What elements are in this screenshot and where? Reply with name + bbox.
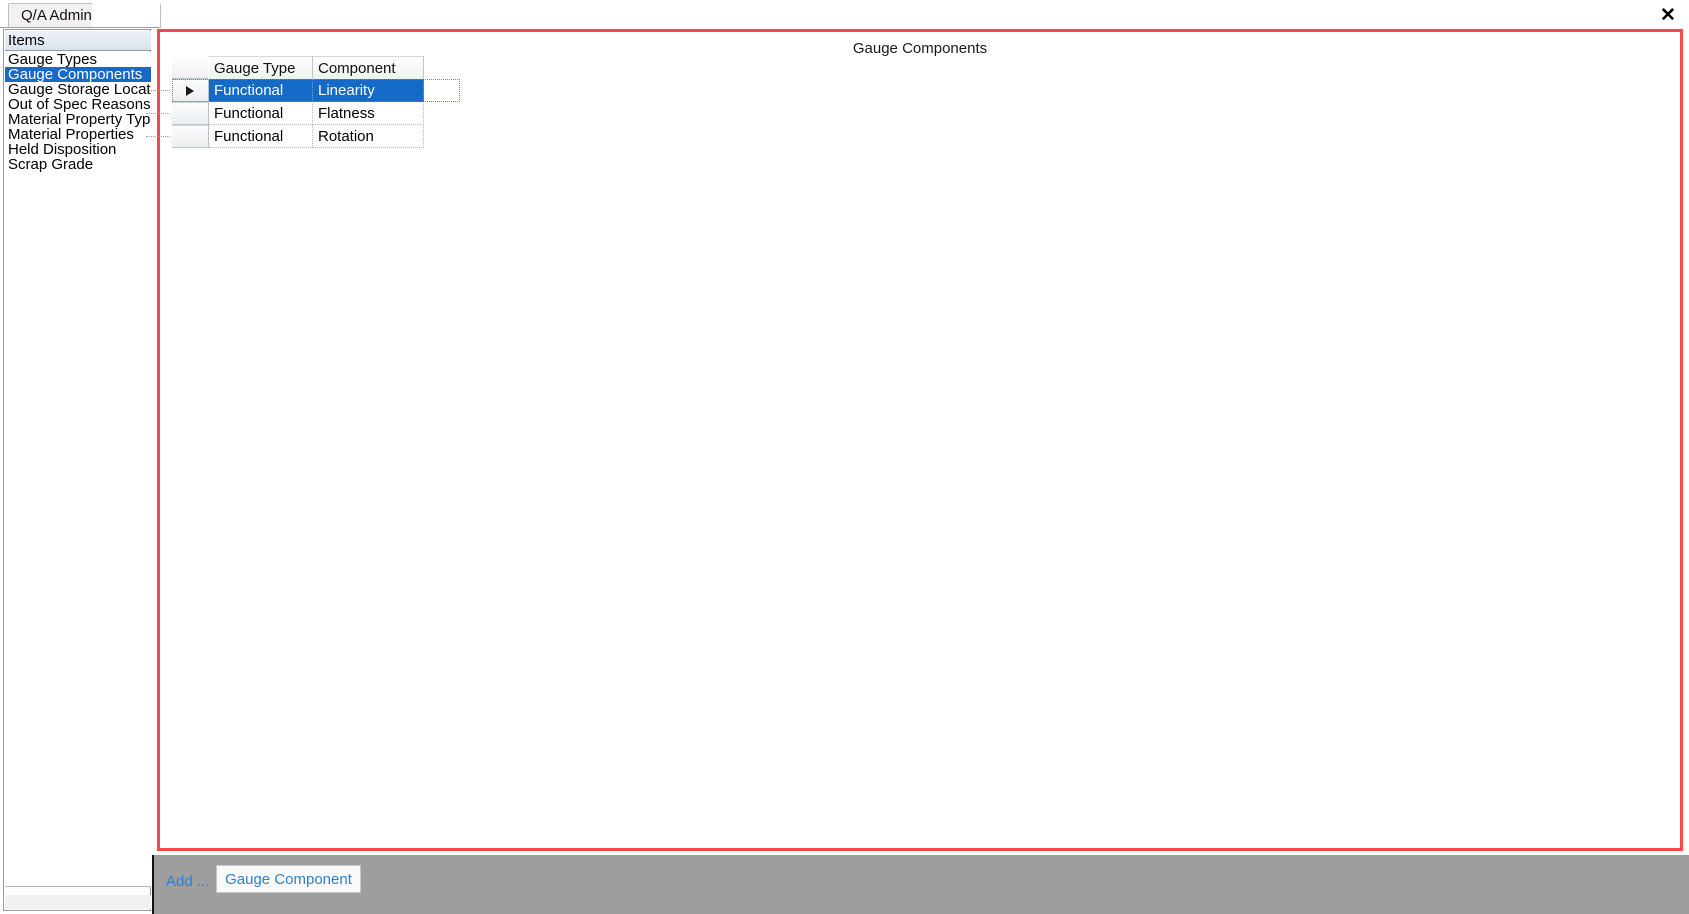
sidebar-item-gauge-types[interactable]: Gauge Types — [5, 52, 151, 67]
grid-column-header-gauge-type[interactable]: Gauge Type — [209, 56, 313, 80]
grid-cell-component[interactable]: Linearity — [313, 79, 424, 102]
table-row[interactable]: Functional Linearity — [146, 79, 460, 102]
tab-strip-filler — [92, 3, 161, 28]
grid-cell-component[interactable]: Flatness — [313, 102, 424, 125]
tab-strip: Q/A Admin — [0, 0, 1689, 28]
tab-label: Q/A Admin — [21, 7, 92, 24]
table-row[interactable]: Functional Rotation — [146, 125, 460, 148]
sidebar-item-gauge-components[interactable]: Gauge Components — [5, 67, 151, 82]
sidebar-bottom-strip — [5, 895, 151, 909]
tab-qa-admin[interactable]: Q/A Admin — [8, 3, 105, 27]
sidebar-header-label: Items — [8, 32, 45, 49]
bottom-toolbar: Add ... Gauge Component — [152, 855, 1689, 914]
grid-row-header[interactable] — [172, 79, 209, 102]
sidebar-item-list[interactable]: Gauge Types Gauge Components Gauge Stora… — [5, 52, 151, 887]
sidebar-item-gauge-storage-locations[interactable]: Gauge Storage Locations — [5, 82, 151, 97]
grid-header-row: Gauge Type Component — [172, 56, 460, 80]
grid-corner-cell — [172, 56, 209, 79]
tab-strip-underline — [0, 27, 160, 28]
main-panel: Gauge Components Gauge Type Component Fu… — [146, 29, 1683, 851]
close-glyph: ✕ — [1660, 4, 1676, 26]
add-gauge-component-button[interactable]: Gauge Component — [216, 865, 361, 893]
add-label[interactable]: Add ... — [166, 873, 209, 890]
grid-cell-component[interactable]: Rotation — [313, 125, 424, 148]
sidebar-item-material-property-types[interactable]: Material Property Types — [5, 112, 151, 127]
close-icon[interactable]: ✕ — [1657, 4, 1679, 26]
grid-cell-gauge-type[interactable]: Functional — [209, 125, 313, 148]
table-row[interactable]: Functional Flatness — [146, 102, 460, 125]
sidebar-item-material-properties[interactable]: Material Properties — [5, 127, 151, 142]
sidebar-item-scrap-grade[interactable]: Scrap Grade — [5, 157, 151, 172]
sidebar-header: Items — [5, 31, 151, 51]
sidebar-item-held-disposition[interactable]: Held Disposition — [5, 142, 151, 157]
grid-row-connector — [146, 90, 170, 91]
grid-cell-gauge-type[interactable]: Functional — [209, 79, 313, 102]
grid-row-header[interactable] — [172, 102, 209, 125]
data-grid[interactable]: Gauge Type Component Functional Linearit… — [146, 56, 460, 148]
page-title: Gauge Components — [852, 40, 988, 57]
grid-row-connector — [146, 113, 170, 114]
grid-row-header[interactable] — [172, 125, 209, 148]
grid-column-header-component[interactable]: Component — [313, 56, 424, 80]
add-gauge-component-button-label: Gauge Component — [225, 870, 352, 888]
sidebar: Items Gauge Types Gauge Components Gauge… — [3, 29, 151, 911]
current-row-arrow-icon — [186, 85, 194, 96]
grid-row-connector — [146, 136, 170, 137]
grid-cell-gauge-type[interactable]: Functional — [209, 102, 313, 125]
sidebar-item-out-of-spec-reasons[interactable]: Out of Spec Reasons — [5, 97, 151, 112]
